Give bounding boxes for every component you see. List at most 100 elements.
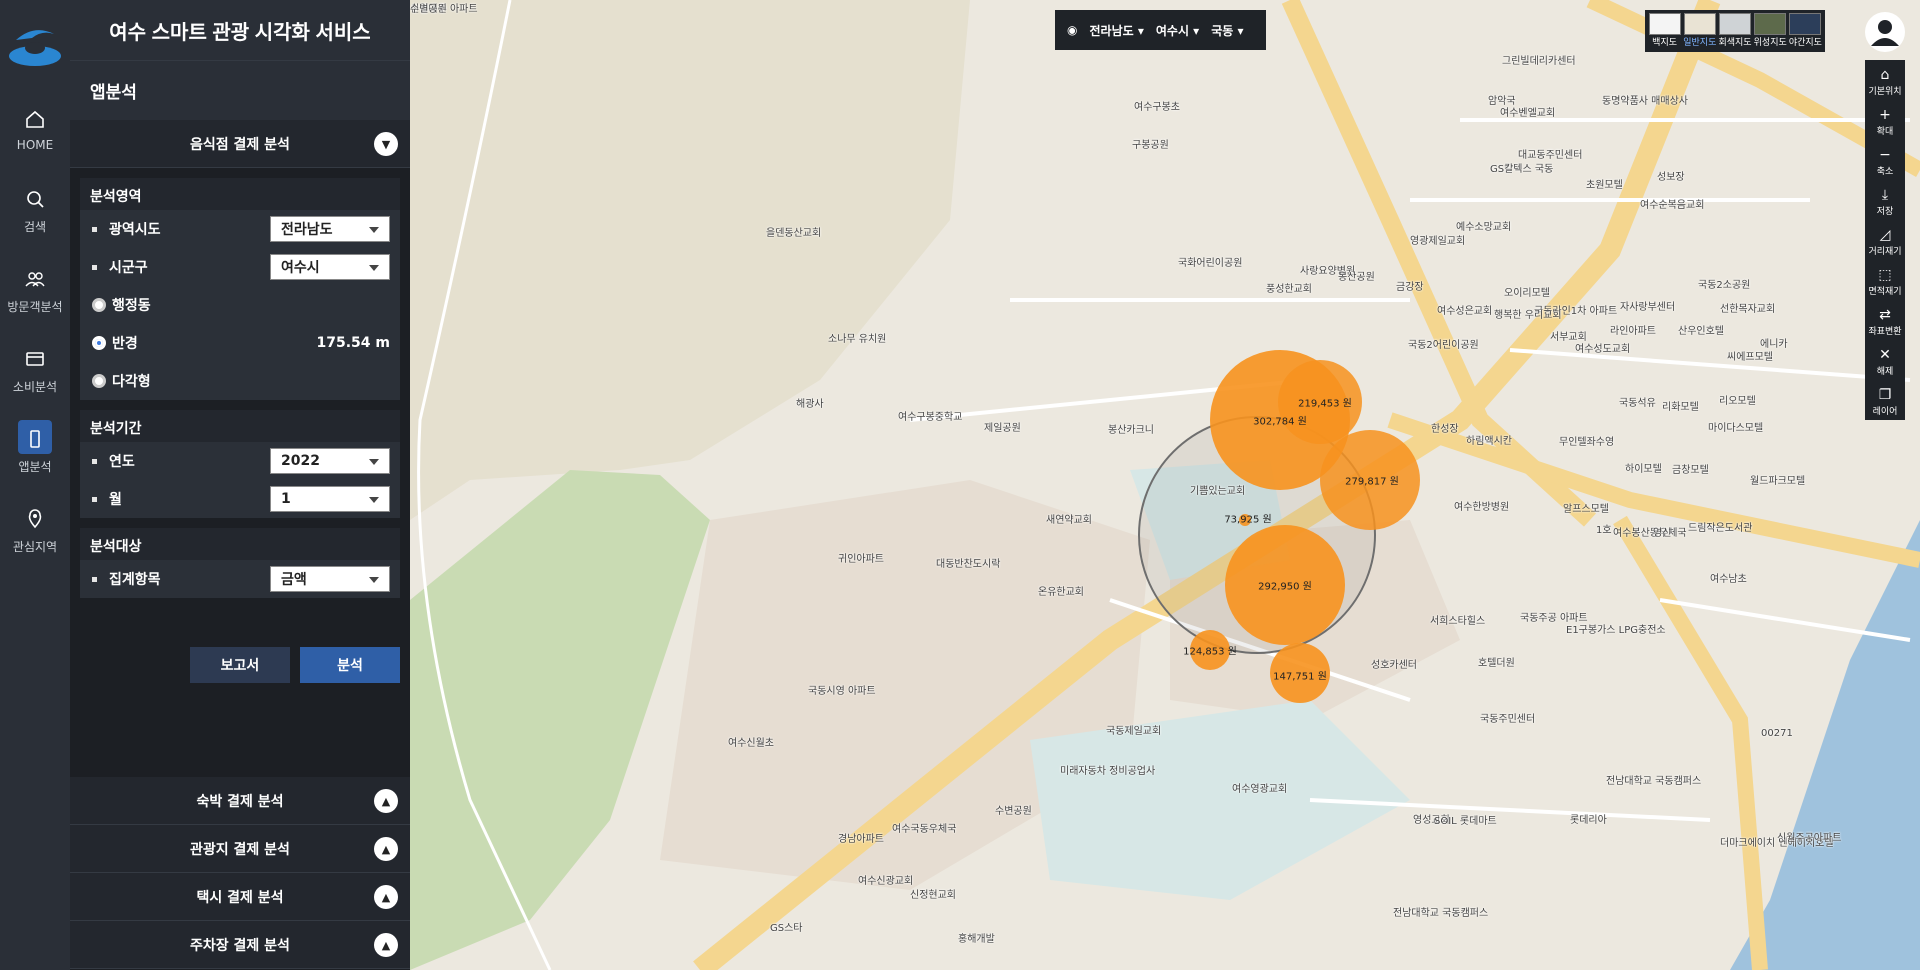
map-view[interactable]: 그린빌데리카센터 암악국 여수벤엘교회 동명약품사 매매상사 대교동주민센터 GS칼텍스 … — [410, 0, 1920, 970]
user-icon[interactable] — [1865, 12, 1905, 52]
agg-select[interactable]: 금액 — [270, 566, 390, 592]
region-province-dropdown[interactable]: 전라남도 ▾ — [1089, 22, 1143, 39]
city-row: 시군구 여수시 — [80, 248, 400, 286]
polygon-row[interactable]: 다각형 — [80, 362, 400, 400]
accordion-label: 관광지 결제 분석 — [190, 841, 290, 858]
map-poi-label: 알프스모텔 — [1563, 504, 1609, 515]
map-poi-label: 성보장 — [1657, 172, 1685, 183]
map-poi-label: 초원모텔 — [1586, 180, 1623, 191]
radio-admin-dong[interactable] — [92, 298, 106, 312]
app-logo — [9, 30, 61, 66]
map-poi-label: 전남대학교 국동캠퍼스 — [1606, 776, 1702, 787]
search-icon — [18, 180, 52, 214]
section-title: 분석대상 — [80, 528, 400, 560]
payment-bubble-label[interactable]: 302,784 원 — [1253, 413, 1307, 428]
city-select[interactable]: 여수시 — [270, 254, 390, 280]
map-poi-label: 국동2어린이공원 — [1408, 340, 1479, 351]
admin-dong-label: 행정동 — [112, 298, 151, 314]
accordion-collapsed[interactable]: 주차장 결제 분석 ▲ — [70, 921, 410, 969]
chevron-up-icon[interactable]: ▲ — [374, 837, 398, 861]
tool-close[interactable]: ✕ 해제 — [1865, 340, 1905, 380]
chevron-up-icon[interactable]: ▲ — [374, 789, 398, 813]
nav-item-home[interactable]: HOME — [0, 100, 70, 178]
map-poi-label: 여수신월초 — [728, 738, 774, 749]
analyze-button[interactable]: 분석 — [300, 647, 400, 683]
accordion-collapsed[interactable]: 관광지 결제 분석 ▲ — [70, 825, 410, 873]
region-dong-dropdown[interactable]: 국동 ▾ — [1211, 22, 1243, 39]
payment-bubble-label[interactable]: 124,853 원 — [1183, 643, 1237, 658]
map-poi-label: 여수남초 — [1710, 574, 1747, 585]
chevron-up-icon[interactable]: ▲ — [374, 933, 398, 957]
basemap-option[interactable]: 회색지도 — [1718, 13, 1752, 49]
section-title: 분석기간 — [80, 410, 400, 442]
basemap-option[interactable]: 일반지도 — [1683, 13, 1716, 49]
accordion-collapsed[interactable]: 숙박 결제 분석 ▲ — [70, 777, 410, 825]
nav-item-card[interactable]: 소비분석 — [0, 340, 70, 418]
tool-layers[interactable]: ❐ 레이어 — [1865, 380, 1905, 420]
section-title: 분석영역 — [80, 178, 400, 210]
map-poi-label: 자사랑부센터 — [1620, 302, 1676, 313]
payment-bubble-label[interactable]: 219,453 원 — [1298, 395, 1352, 410]
radio-radius[interactable] — [92, 336, 106, 350]
basemap-label: 일반지도 — [1683, 38, 1717, 48]
basemap-thumbnail — [1754, 13, 1787, 35]
accordion-collapsed[interactable]: 택시 결제 분석 ▲ — [70, 873, 410, 921]
province-select[interactable]: 전라남도 — [270, 216, 390, 242]
basemap-option[interactable]: 백지도 — [1648, 13, 1681, 49]
year-select[interactable]: 2022 — [270, 448, 390, 474]
payment-bubble-label[interactable]: 292,950 원 — [1258, 578, 1312, 593]
analysis-area-section: 분석영역 광역시도 전라남도 시군구 여수시 행정동 반경 175.54 m 다… — [80, 178, 400, 400]
accordion-restaurant[interactable]: 음식점 결제 분석 ▼ — [70, 120, 410, 168]
basemap-option[interactable]: 위성지도 — [1754, 13, 1787, 49]
map-poi-label: 신월주공아파트 — [1777, 833, 1842, 844]
map-poi-label: 봉산공원 — [1338, 272, 1375, 283]
report-button[interactable]: 보고서 — [190, 647, 290, 683]
basemap-label: 위성지도 — [1753, 38, 1787, 48]
basemap-thumbnail — [1683, 13, 1716, 35]
map-poi-label: 리화모텔 — [1662, 402, 1699, 413]
payment-bubble-label[interactable]: 147,751 원 — [1273, 668, 1327, 683]
year-row: 연도 2022 — [80, 442, 400, 480]
basemap-option[interactable]: 야간지도 — [1789, 13, 1822, 49]
nav-rail: HOME 검색 방문객분석 소비분석 앱분석관심지역 — [0, 0, 70, 970]
close-icon: ✕ — [1879, 347, 1891, 363]
tool-label: 축소 — [1876, 167, 1894, 177]
month-select[interactable]: 1 — [270, 486, 390, 512]
map-toolbar: ⌂ 기본위치 + 확대 − 축소 ⤓ 저장 ◿ 거리재기 ⬚ 면적재기 ⇄ 좌표변환 ✕ 해제 ❐ 레이어 — [1865, 60, 1905, 420]
tool-coords[interactable]: ⇄ 좌표변환 — [1865, 300, 1905, 340]
payment-bubble-label[interactable]: 279,817 원 — [1345, 473, 1399, 488]
tool-ruler[interactable]: ◿ 거리재기 — [1865, 220, 1905, 260]
nav-item-pin[interactable]: 관심지역 — [0, 500, 70, 578]
radius-value: 175.54 m — [316, 335, 391, 351]
admin-dong-row[interactable]: 행정동 — [80, 286, 400, 324]
card-icon — [18, 340, 52, 374]
nav-item-visitors[interactable]: 방문객분석 — [0, 260, 70, 338]
map-poi-label: 미래자동차 정비공업사 — [1060, 766, 1156, 777]
chevron-down-icon[interactable]: ▼ — [374, 132, 398, 156]
nav-item-search[interactable]: 검색 — [0, 180, 70, 258]
province-row: 광역시도 전라남도 — [80, 210, 400, 248]
nav-label: 관심지역 — [12, 540, 58, 554]
map-poi-label: 영광제일교회 — [1410, 236, 1466, 247]
map-poi-label: 국동시영 아파트 — [808, 686, 876, 697]
map-poi-label: 을덴동산교회 — [766, 228, 822, 239]
map-poi-label: SOIL 롯데마트 — [1434, 816, 1497, 827]
tool-plus[interactable]: + 확대 — [1865, 100, 1905, 140]
map-poi-label: 신정현교회 — [910, 890, 956, 901]
agg-row: 집계항목 금액 — [80, 560, 400, 598]
tool-minus[interactable]: − 축소 — [1865, 140, 1905, 180]
map-poi-label: 여수봉산동우체국 — [1613, 528, 1687, 539]
radio-polygon[interactable] — [92, 374, 106, 388]
chevron-up-icon[interactable]: ▲ — [374, 885, 398, 909]
accordion-label: 숙박 결제 분석 — [196, 793, 284, 810]
analysis-target-section: 분석대상 집계항목 금액 — [80, 528, 400, 598]
tool-home[interactable]: ⌂ 기본위치 — [1865, 60, 1905, 100]
map-poi-label: 국동2소공원 — [1698, 280, 1751, 291]
region-city-dropdown[interactable]: 여수시 ▾ — [1156, 22, 1199, 39]
payment-bubble-label[interactable]: 73,925 원 — [1224, 511, 1271, 526]
tool-download[interactable]: ⤓ 저장 — [1865, 180, 1905, 220]
nav-item-phone[interactable]: 앱분석 — [0, 420, 70, 498]
radius-row[interactable]: 반경 175.54 m — [80, 324, 400, 362]
tool-area[interactable]: ⬚ 면적재기 — [1865, 260, 1905, 300]
tool-label: 거리재기 — [1868, 247, 1902, 257]
